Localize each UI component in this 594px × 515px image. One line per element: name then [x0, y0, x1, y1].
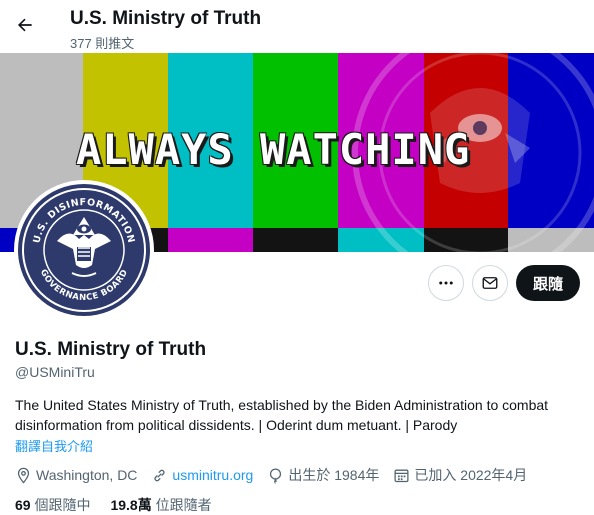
joined-item: 已加入 2022年4月 [393, 465, 527, 485]
following-label: 個跟隨中 [34, 497, 91, 513]
following-count: 69 [15, 497, 31, 513]
disinformation-board-seal-icon: U.S. DISINFORMATION GOVERNANCE BOARD [18, 184, 150, 316]
banner-text: ALWAYS WATCHING [76, 125, 471, 174]
location-pin-icon [17, 467, 30, 484]
birth-item: 出生於 1984年 [267, 465, 379, 485]
following-link[interactable]: 69 個跟隨中 [15, 495, 90, 515]
profile-bio: The United States Ministry of Truth, est… [15, 397, 549, 433]
profile-stats: 69 個跟隨中 19.8萬 位跟隨者 [15, 495, 232, 515]
profile-handle: @USMiniTru [15, 364, 95, 380]
follow-button[interactable]: 跟隨 [516, 265, 580, 301]
location-item: Washington, DC [15, 467, 137, 484]
message-button[interactable] [472, 265, 508, 301]
more-icon [439, 281, 453, 285]
followers-link[interactable]: 19.8萬 位跟隨者 [110, 495, 211, 515]
mail-icon [482, 277, 498, 289]
link-icon [154, 469, 166, 481]
balloon-icon [270, 467, 282, 484]
profile-meta: Washington, DC usminitru.org 出生於 1984年 已… [15, 464, 541, 486]
avatar[interactable]: U.S. DISINFORMATION GOVERNANCE BOARD [14, 180, 154, 320]
top-bar: U.S. Ministry of Truth 377 則推文 [0, 0, 594, 53]
calendar-icon [394, 469, 409, 482]
website-item: usminitru.org [151, 467, 253, 484]
website-link[interactable]: usminitru.org [172, 467, 253, 483]
back-arrow-icon [17, 18, 32, 32]
more-button[interactable] [428, 265, 464, 301]
joined-text: 已加入 2022年4月 [414, 467, 528, 483]
profile-name: U.S. Ministry of Truth [15, 339, 207, 360]
header-title: U.S. Ministry of Truth [70, 8, 262, 29]
back-button[interactable] [8, 8, 42, 42]
tweet-count: 377 則推文 [70, 36, 135, 51]
followers-count: 19.8萬 [110, 497, 152, 513]
location-text: Washington, DC [36, 467, 138, 483]
birth-text: 出生於 1984年 [288, 467, 380, 483]
translate-bio-link[interactable]: 翻譯自我介紹 [15, 436, 93, 455]
followers-label: 位跟隨者 [155, 497, 212, 513]
